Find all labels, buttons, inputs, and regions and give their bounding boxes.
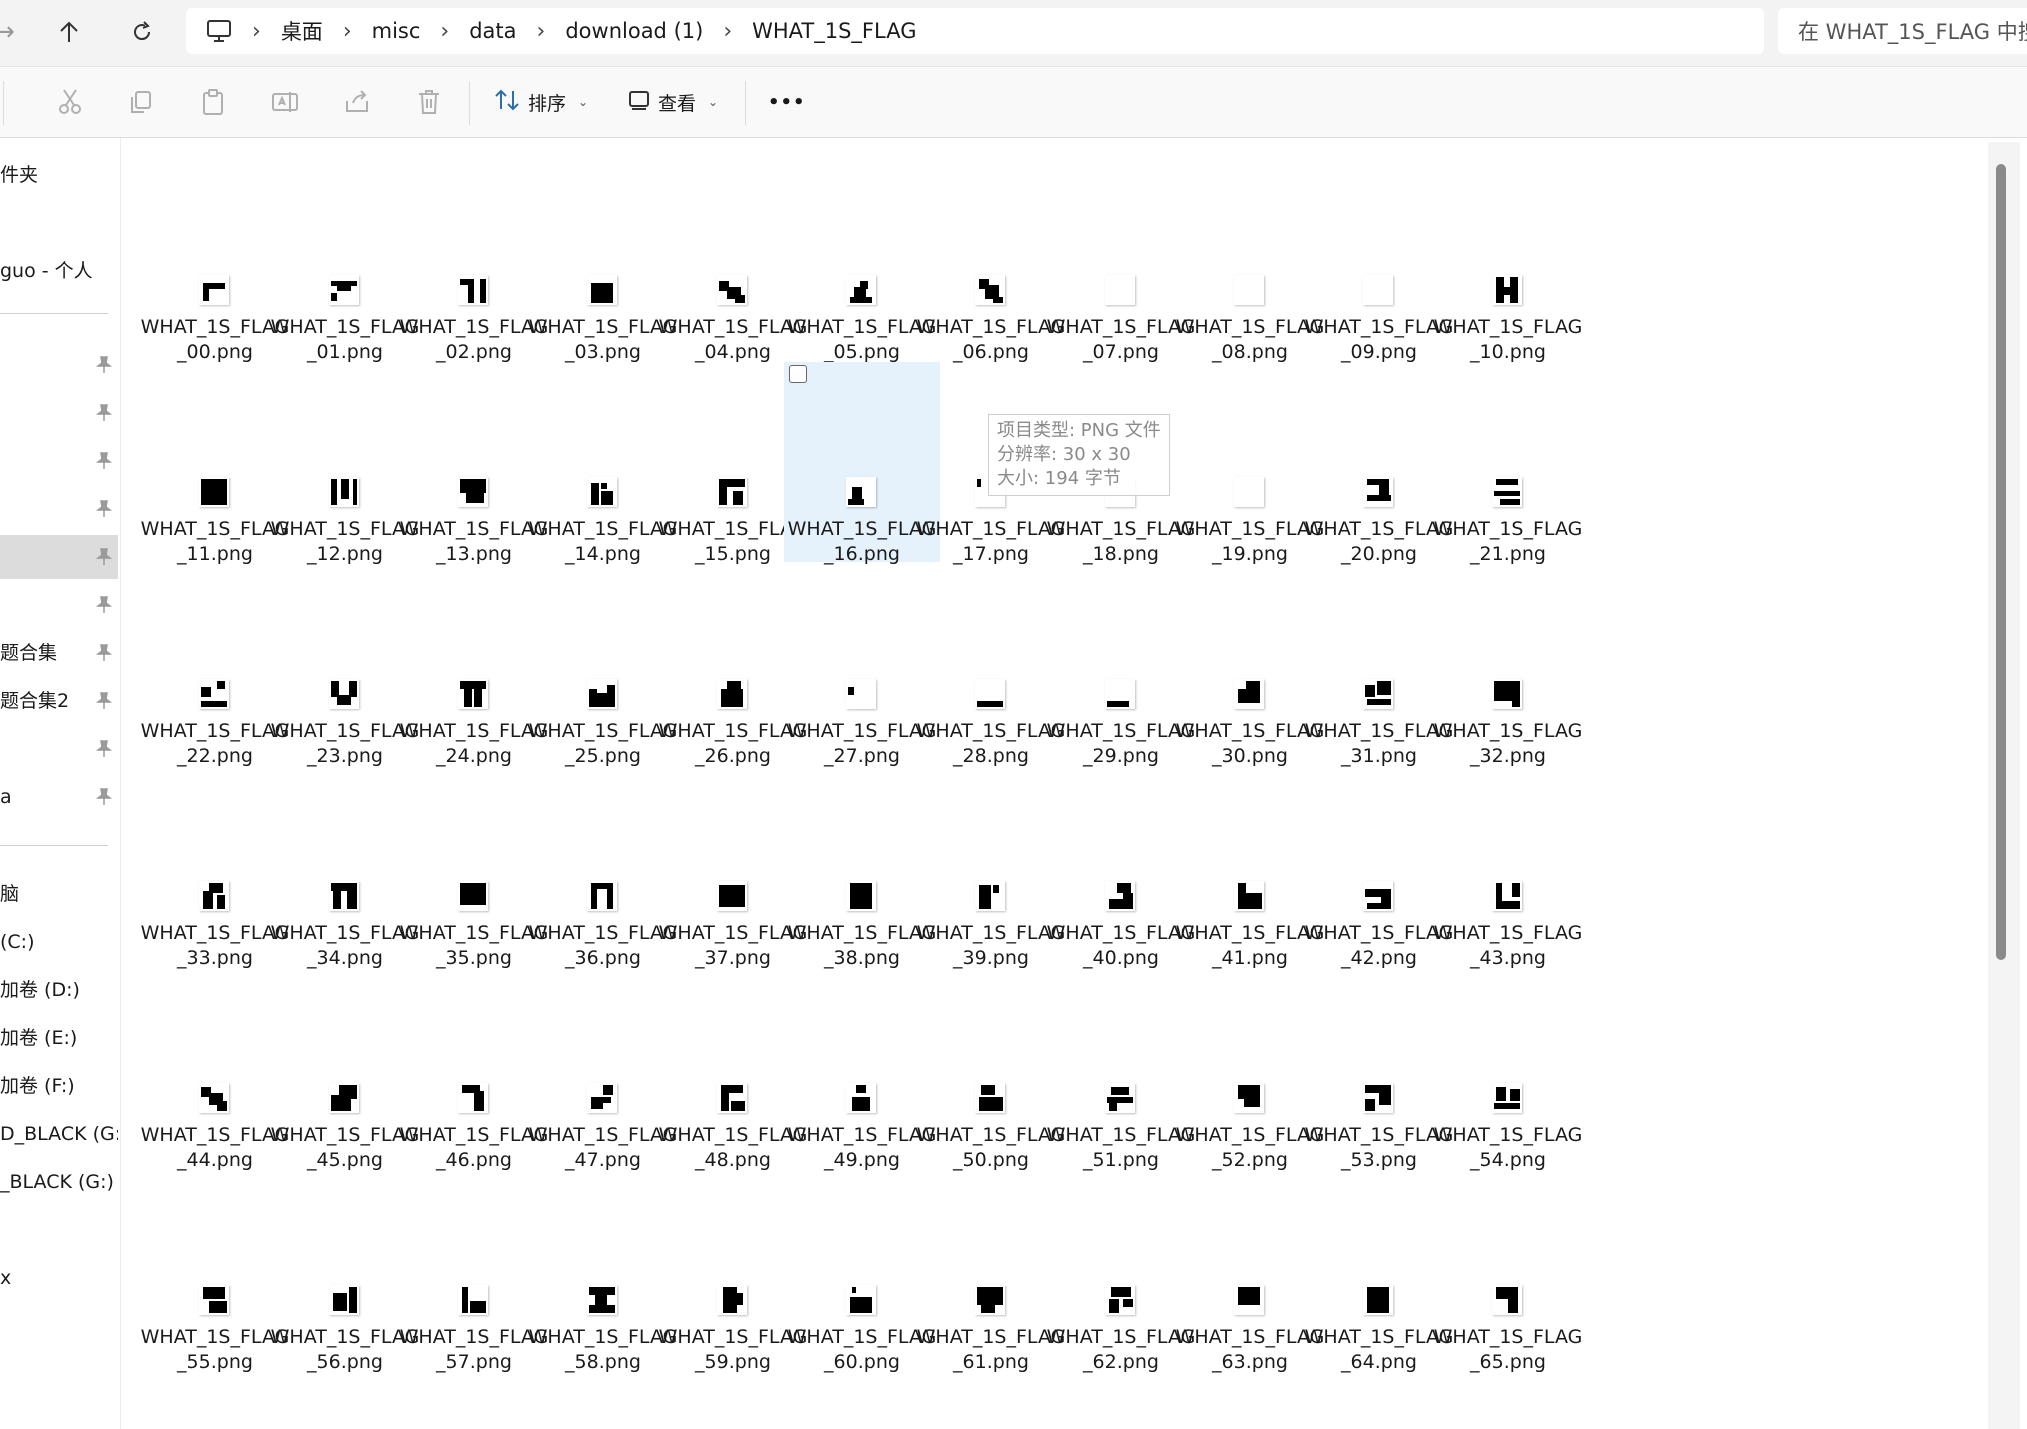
image-thumbnail (199, 477, 229, 507)
file-name: WHAT_1S_FLAG _43.png (1433, 922, 1583, 969)
file-item[interactable]: WHAT_1S_FLAG _10.png (1430, 160, 1586, 363)
image-thumbnail (458, 1285, 488, 1315)
file-tooltip: 项目类型: PNG 文件 分辨率: 30 x 30 大小: 194 字节 (988, 414, 1170, 496)
image-thumbnail (1492, 1083, 1522, 1113)
image-thumbnail (1363, 679, 1393, 709)
file-item[interactable]: WHAT_1S_FLAG _21.png (1430, 362, 1586, 565)
image-thumbnail (975, 1285, 1005, 1315)
tooltip-size: 大小: 194 字节 (997, 468, 1121, 489)
image-thumbnail (717, 477, 747, 507)
image-thumbnail (1363, 1083, 1393, 1113)
image-thumbnail (1492, 1285, 1522, 1315)
vertical-scrollbar[interactable] (1988, 142, 2020, 1429)
image-thumbnail (458, 679, 488, 709)
image-thumbnail (1234, 477, 1264, 507)
image-thumbnail (846, 275, 876, 305)
image-thumbnail (1105, 275, 1135, 305)
image-thumbnail (717, 679, 747, 709)
image-thumbnail (846, 477, 876, 507)
image-thumbnail (975, 881, 1005, 911)
file-name: WHAT_1S_FLAG _32.png (1433, 720, 1583, 767)
scrollbar-thumb[interactable] (1996, 164, 2006, 960)
image-thumbnail (458, 881, 488, 911)
image-thumbnail (717, 1083, 747, 1113)
image-thumbnail (587, 477, 617, 507)
tooltip-resolution: 分辨率: 30 x 30 (997, 444, 1131, 465)
image-thumbnail (975, 679, 1005, 709)
image-thumbnail (458, 275, 488, 305)
image-thumbnail (329, 679, 359, 709)
file-item[interactable]: WHAT_1S_FLAG _43.png (1430, 766, 1586, 969)
image-thumbnail (1492, 881, 1522, 911)
image-thumbnail (1363, 1285, 1393, 1315)
image-thumbnail (1363, 881, 1393, 911)
image-thumbnail (329, 477, 359, 507)
image-thumbnail (329, 881, 359, 911)
image-thumbnail (587, 1083, 617, 1113)
image-thumbnail (717, 1285, 747, 1315)
image-thumbnail (199, 881, 229, 911)
image-thumbnail (587, 1285, 617, 1315)
image-thumbnail (1492, 679, 1522, 709)
image-thumbnail (1105, 1083, 1135, 1113)
file-name: WHAT_1S_FLAG _21.png (1433, 518, 1583, 565)
image-thumbnail (717, 881, 747, 911)
image-thumbnail (1492, 275, 1522, 305)
image-thumbnail (199, 1083, 229, 1113)
image-thumbnail (1234, 1285, 1264, 1315)
image-thumbnail (1492, 477, 1522, 507)
image-thumbnail (846, 1285, 876, 1315)
image-thumbnail (199, 679, 229, 709)
file-name: WHAT_1S_FLAG _54.png (1433, 1124, 1583, 1171)
image-thumbnail (1105, 881, 1135, 911)
image-thumbnail (846, 679, 876, 709)
image-thumbnail (846, 1083, 876, 1113)
image-thumbnail (1234, 679, 1264, 709)
image-thumbnail (1234, 881, 1264, 911)
image-thumbnail (199, 1285, 229, 1315)
file-item[interactable]: WHAT_1S_FLAG _32.png (1430, 564, 1586, 767)
image-thumbnail (975, 1083, 1005, 1113)
image-thumbnail (329, 1083, 359, 1113)
image-thumbnail (1105, 679, 1135, 709)
tooltip-type: 项目类型: PNG 文件 (997, 420, 1161, 441)
image-thumbnail (329, 1285, 359, 1315)
image-thumbnail (1363, 477, 1393, 507)
image-thumbnail (975, 275, 1005, 305)
image-thumbnail (846, 881, 876, 911)
image-thumbnail (587, 275, 617, 305)
selection-checkbox[interactable] (789, 365, 807, 383)
file-grid: WHAT_1S_FLAG _00.png WHAT_1S_FLAG _01.png WH… (0, 0, 2027, 1429)
image-thumbnail (1234, 1083, 1264, 1113)
image-thumbnail (1363, 275, 1393, 305)
file-name: WHAT_1S_FLAG _65.png (1433, 1326, 1583, 1373)
file-item[interactable]: WHAT_1S_FLAG _65.png (1430, 1170, 1586, 1373)
image-thumbnail (199, 275, 229, 305)
file-item[interactable]: WHAT_1S_FLAG _54.png (1430, 968, 1586, 1171)
image-thumbnail (329, 275, 359, 305)
image-thumbnail (458, 477, 488, 507)
image-thumbnail (458, 1083, 488, 1113)
image-thumbnail (587, 881, 617, 911)
image-thumbnail (1105, 1285, 1135, 1315)
file-name: WHAT_1S_FLAG _10.png (1433, 316, 1583, 363)
image-thumbnail (1234, 275, 1264, 305)
image-thumbnail (717, 275, 747, 305)
image-thumbnail (587, 679, 617, 709)
